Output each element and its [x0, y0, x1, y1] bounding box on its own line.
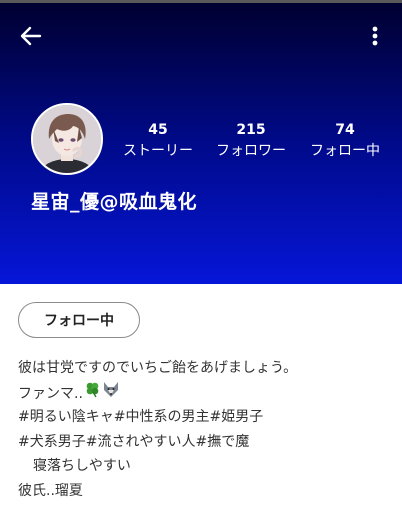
following-label: フォロー中 — [310, 143, 380, 159]
profile-avatar[interactable] — [31, 103, 103, 175]
stories-value: 45 — [148, 122, 168, 138]
bio-line: 彼は甘党ですのでいちご飴をあげましょう。 — [18, 360, 298, 376]
arrow-left-icon — [20, 26, 42, 46]
profile-header: 45 ストーリー 215 フォロワー 74 フォロー中 星宙_優@吸血鬼化 — [0, 3, 402, 284]
bio-line: #犬系男子#流されやすい人#撫で魔 — [18, 433, 250, 450]
following-count[interactable]: 74 フォロー中 — [303, 121, 387, 161]
avatar-illustration — [33, 105, 101, 173]
display-name: 星宙_優@吸血鬼化 — [31, 191, 198, 213]
wolf-icon — [102, 381, 120, 407]
four-leaf-clover-icon — [84, 381, 101, 407]
bio-line: 寝落ちしやすい — [33, 458, 131, 474]
profile-bio: 彼は甘党ですのでいちご飴をあげましょう。 ファンマ.. #明るい陰キャ#中性系の… — [18, 356, 388, 503]
back-button[interactable] — [16, 21, 46, 51]
bio-line: #明るい陰キャ#中性系の男主#姫男子 — [18, 409, 264, 425]
more-options-button[interactable] — [362, 21, 388, 51]
followers-value: 215 — [236, 122, 266, 138]
bio-line: 彼氏..瑠夏 — [18, 482, 83, 499]
following-button[interactable]: フォロー中 — [18, 302, 140, 338]
stories-count[interactable]: 45 ストーリー — [118, 121, 198, 161]
followers-count[interactable]: 215 フォロワー — [210, 121, 292, 161]
stories-label: ストーリー — [123, 143, 193, 159]
bio-line-text: ファンマ.. — [18, 385, 83, 402]
bio-line-fanmark: ファンマ.. — [18, 381, 388, 406]
more-vertical-icon — [372, 26, 378, 46]
following-value: 74 — [335, 122, 355, 138]
followers-label: フォロワー — [216, 143, 286, 159]
